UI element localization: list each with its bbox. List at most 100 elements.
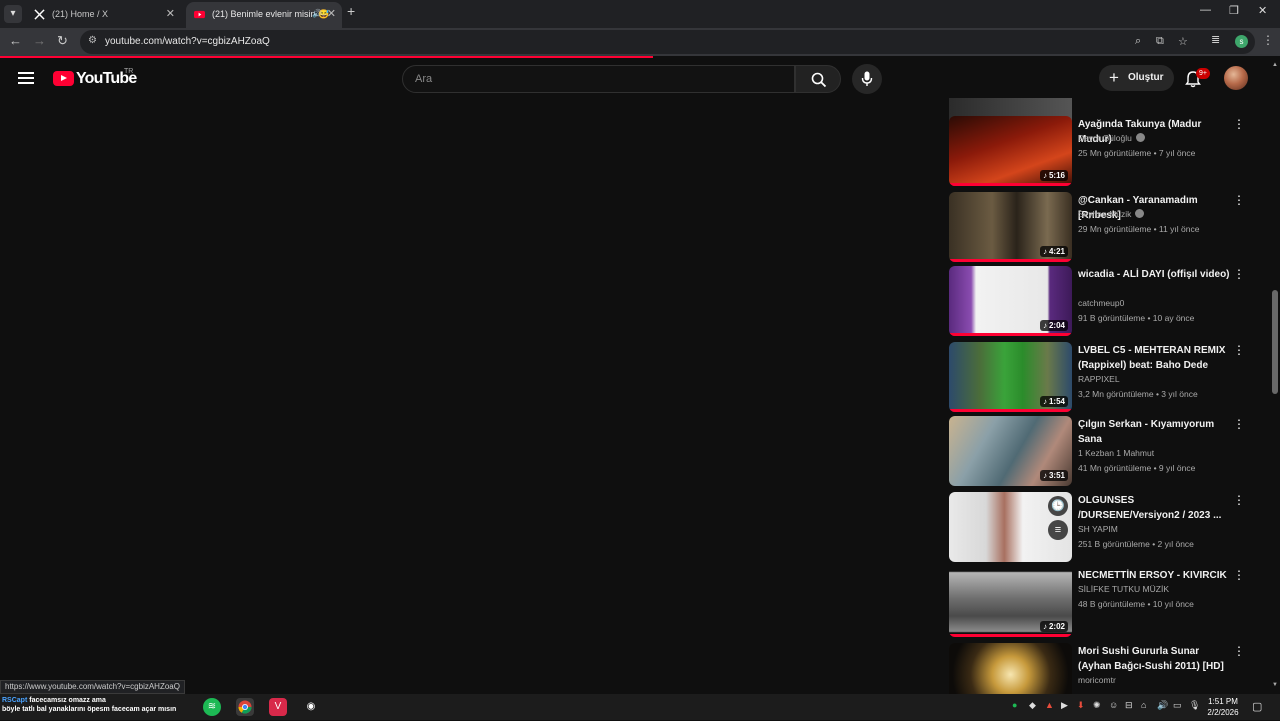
tray-battery-icon[interactable]: ▭	[1173, 700, 1182, 711]
duration-text: 1:54	[1048, 397, 1065, 406]
channel-name[interactable]: Seyhan Müzik	[1078, 209, 1145, 219]
watch-later-icon[interactable]: 🕒	[1048, 496, 1068, 516]
account-avatar[interactable]	[1224, 66, 1248, 90]
tray-display-icon[interactable]: ⌂	[1141, 700, 1146, 710]
voice-search-button[interactable]	[852, 64, 882, 94]
back-icon[interactable]: ←	[9, 33, 22, 48]
site-info-icon[interactable]: ⚙	[88, 35, 97, 46]
add-to-queue-icon[interactable]: ≡	[1048, 520, 1068, 540]
minimize-icon[interactable]: —	[1200, 4, 1211, 16]
obs-icon[interactable]: ◉	[302, 698, 320, 716]
taskbar-clock[interactable]: 1:51 PM 2/2/2026	[1200, 696, 1246, 718]
notification-count-badge: 9+	[1196, 68, 1210, 79]
channel-name[interactable]: RAPPIXEL	[1078, 374, 1120, 384]
video-options-icon[interactable]: ⋮	[1233, 494, 1245, 506]
bookmark-star-icon[interactable]: ☆	[1178, 35, 1188, 48]
video-meta: 29 Mn görüntüleme • 11 yıl önce	[1078, 224, 1200, 234]
video-thumbnail[interactable]	[949, 643, 1072, 694]
zoom-icon[interactable]: ⌕	[1135, 35, 1141, 48]
video-options-icon[interactable]: ⋮	[1233, 645, 1245, 657]
taskbar-news-widget[interactable]: RSCapt facecamsız omazz ama böyle tatlı …	[2, 696, 192, 718]
tab-search-button[interactable]: ▾	[4, 5, 22, 23]
video-thumbnail[interactable]: ♪ 3:51	[949, 416, 1072, 486]
reload-icon[interactable]: ↻	[57, 33, 68, 49]
restore-icon[interactable]: ❐	[1229, 4, 1239, 17]
close-window-icon[interactable]: ✕	[1258, 4, 1267, 17]
video-title[interactable]: NECMETTİN ERSOY - KIVIRCIK	[1078, 568, 1233, 583]
scroll-down-arrow[interactable]: ▼	[1272, 682, 1278, 688]
new-tab-button[interactable]: +	[347, 3, 355, 19]
search-input[interactable]	[403, 66, 794, 92]
video-thumbnail[interactable]: ♪ 2:02	[949, 567, 1072, 637]
notification-center-icon[interactable]: ▢	[1252, 700, 1262, 713]
video-options-icon[interactable]: ⋮	[1233, 194, 1245, 206]
page-scrollbar[interactable]: ▲ ▼	[1270, 58, 1280, 694]
tray-app-icon[interactable]: ◆	[1029, 700, 1036, 711]
recommendation-item[interactable]: ♪ 1:54 LVBEL C5 - MEHTERAN REMIX (Rappixel…	[949, 342, 1254, 412]
create-button[interactable]: + Oluştur	[1099, 65, 1174, 91]
video-thumbnail[interactable]: ♪ 1:54	[949, 342, 1072, 412]
tray-spotify-icon[interactable]: ●	[1012, 700, 1017, 710]
video-options-icon[interactable]: ⋮	[1233, 268, 1245, 280]
microphone-icon	[861, 71, 873, 86]
video-thumbnail[interactable]: 🕒 ≡	[949, 492, 1072, 562]
tray-warning-icon[interactable]: ▲	[1045, 700, 1054, 710]
video-title[interactable]: OLGUNSES /DURSENE/Versiyon2 / 2023 ...	[1078, 493, 1233, 523]
video-options-icon[interactable]: ⋮	[1233, 344, 1245, 356]
tray-discord-icon[interactable]: ☺	[1109, 700, 1118, 710]
tray-download-icon[interactable]: ⬇	[1077, 700, 1085, 711]
profile-avatar[interactable]: s	[1235, 35, 1248, 48]
channel-name[interactable]: catchmeup0	[1078, 298, 1124, 308]
tab-youtube[interactable]: (21) Benimle evlenir misin 😅 🔊 ✕	[186, 2, 342, 28]
recommendation-item[interactable]: ♪ 5:16 Ayağında Takunya (Madur Mudur) Davut…	[949, 116, 1254, 186]
video-title[interactable]: Mori Sushi Gururla Sunar (Ayhan Bağcı-Su…	[1078, 644, 1233, 674]
video-title[interactable]: wicadia - ALİ DAYI (offişıl video)	[1078, 267, 1233, 282]
verified-check-icon	[1135, 209, 1145, 218]
recommendation-item[interactable]: Mori Sushi Gururla Sunar (Ayhan Bağcı-Su…	[949, 643, 1254, 694]
video-thumbnail[interactable]: ♪ 4:21	[949, 192, 1072, 262]
video-options-icon[interactable]: ⋮	[1233, 569, 1245, 581]
channel-name[interactable]: 1 Kezban 1 Mahmut	[1078, 448, 1154, 458]
video-title[interactable]: Çılgın Serkan - Kıyamıyorum Sana	[1078, 417, 1233, 447]
close-tab-icon[interactable]: ✕	[166, 2, 175, 26]
video-meta: 41 Mn görüntüleme • 9 yıl önce	[1078, 463, 1196, 473]
channel-name[interactable]: SİLİFKE TUTKU MÜZİK	[1078, 584, 1169, 594]
search-field[interactable]	[402, 65, 795, 93]
tray-volume-icon[interactable]: 🔊	[1157, 700, 1168, 711]
tray-mic-icon[interactable]: 🎙	[1189, 700, 1200, 711]
recommendation-item[interactable]: 🕒 ≡ OLGUNSES /DURSENE/Versiyon2 / 2023 ...…	[949, 492, 1254, 562]
scroll-up-arrow[interactable]: ▲	[1272, 62, 1278, 68]
windows-taskbar: RSCapt facecamsız omazz ama böyle tatlı …	[0, 694, 1280, 720]
tray-settings-icon[interactable]: ✺	[1093, 700, 1101, 711]
close-tab-icon[interactable]: ✕	[327, 2, 336, 26]
omnibox[interactable]: ⚙ youtube.com/watch?v=cgbizAHZoaQ ⌕ ⧉ ☆	[80, 30, 1255, 54]
tray-play-icon[interactable]: ▶	[1061, 700, 1068, 711]
video-title[interactable]: LVBEL C5 - MEHTERAN REMIX (Rappixel) bea…	[1078, 343, 1233, 373]
url-text[interactable]: youtube.com/watch?v=cgbizAHZoaQ	[105, 36, 270, 47]
forward-icon[interactable]: →	[33, 33, 46, 48]
recommendation-item[interactable]: ♪ 2:02 NECMETTİN ERSOY - KIVIRCIK SİLİFKE T…	[949, 567, 1254, 637]
speaker-icon[interactable]: 🔊	[312, 2, 322, 26]
video-options-icon[interactable]: ⋮	[1233, 118, 1245, 130]
channel-name[interactable]: moricomtr	[1078, 675, 1116, 685]
recommendation-item[interactable]: ♪ 4:21 @Cankan - Yaranamadım [Rnbesk] Seyha…	[949, 192, 1254, 262]
media-queue-icon[interactable]: ≣	[1211, 33, 1220, 46]
install-app-icon[interactable]: ⧉	[1156, 35, 1164, 48]
search-button[interactable]	[795, 65, 841, 93]
scrollbar-thumb[interactable]	[1272, 290, 1278, 394]
video-thumbnail[interactable]: ♪ 2:04	[949, 266, 1072, 336]
chrome-icon[interactable]	[236, 698, 254, 716]
channel-name[interactable]: Davut Güloğlu	[1078, 133, 1145, 143]
channel-name[interactable]: SH YAPIM	[1078, 524, 1118, 534]
spotify-icon[interactable]: ≋	[203, 698, 221, 716]
valorant-icon[interactable]: V	[269, 698, 287, 716]
tab-x-home[interactable]: (21) Home / X ✕	[26, 2, 181, 28]
chrome-menu-icon[interactable]: ⋮	[1262, 33, 1274, 47]
channel-name-text: SİLİFKE TUTKU MÜZİK	[1078, 584, 1169, 594]
tray-network-icon[interactable]: ⊟	[1125, 700, 1133, 711]
recommendation-item[interactable]: ♪ 3:51 Çılgın Serkan - Kıyamıyorum Sana 1 K…	[949, 416, 1254, 486]
recommendation-item[interactable]: ♪ 2:04 wicadia - ALİ DAYI (offişıl video) c…	[949, 266, 1254, 336]
hamburger-menu-icon[interactable]	[18, 72, 34, 84]
video-thumbnail[interactable]: ♪ 5:16	[949, 116, 1072, 186]
video-options-icon[interactable]: ⋮	[1233, 418, 1245, 430]
